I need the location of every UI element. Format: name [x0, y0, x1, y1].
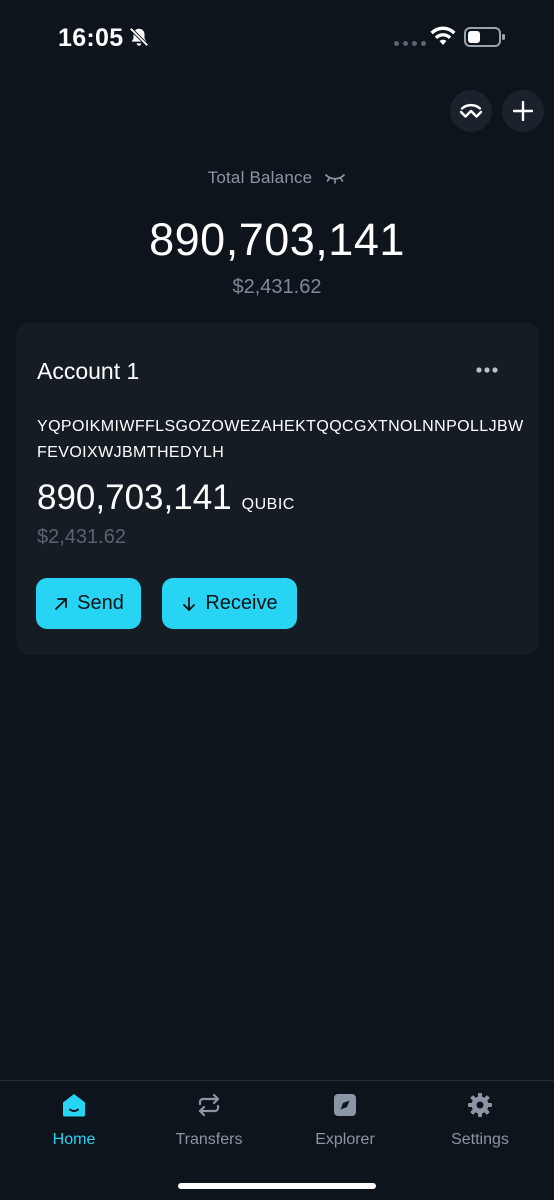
home-icon [63, 1094, 85, 1117]
bottom-navigation: Home Transfers Explorer Settings [0, 1080, 554, 1200]
account-balance: 890,703,141 QUBIC [37, 478, 295, 518]
battery-icon [464, 27, 505, 47]
add-account-button[interactable] [502, 90, 544, 132]
account-balance-fiat: $2,431.62 [37, 526, 126, 548]
send-button[interactable]: Send [36, 578, 141, 629]
account-address[interactable]: YQPOIKMIWFFLSGOZOWEZAHEKTQQCGXTNOLNNPOLL… [37, 414, 527, 466]
nav-label-transfers: Transfers [175, 1131, 243, 1148]
send-button-label: Send [77, 592, 124, 614]
account-card[interactable]: Account 1 YQPOIKMIWFFLSGOZOWEZAHEKTQQCGX… [16, 322, 539, 655]
arrow-down-icon [183, 596, 196, 611]
nav-item-settings[interactable]: Settings [411, 1081, 549, 1171]
total-balance-amount: 890,703,141 [149, 214, 405, 265]
muted-bell-icon [129, 27, 149, 47]
account-name: Account 1 [37, 358, 140, 384]
account-balance-unit: QUBIC [241, 496, 295, 513]
arrow-up-right-icon [55, 597, 68, 610]
transfer-icon [198, 1093, 220, 1117]
total-balance-fiat: $2,431.62 [232, 276, 322, 298]
signal-icon [394, 41, 426, 46]
gear-icon [468, 1093, 492, 1117]
nav-label-home: Home [52, 1131, 96, 1148]
status-bar: 16:05 [0, 0, 554, 76]
receive-button[interactable]: Receive [162, 578, 297, 629]
walletconnect-icon [459, 103, 483, 118]
status-time: 16:05 [58, 24, 124, 52]
nav-item-explorer[interactable]: Explorer [276, 1081, 414, 1171]
home-indicator[interactable] [178, 1183, 376, 1189]
account-balance-amount: 890,703,141 [37, 478, 232, 517]
nav-label-explorer: Explorer [315, 1131, 375, 1148]
nav-item-transfers[interactable]: Transfers [140, 1081, 278, 1171]
wallet-home-screen: 16:05 Total Balance 890,703,141 $2,431.6… [0, 0, 554, 1200]
more-options-icon[interactable] [476, 366, 498, 374]
compass-icon [334, 1094, 356, 1116]
receive-button-label: Receive [205, 592, 278, 614]
wifi-icon [430, 26, 456, 45]
total-balance-header: Total Balance [0, 168, 554, 188]
walletconnect-button[interactable] [450, 90, 492, 132]
total-balance-label: Total Balance [207, 168, 313, 187]
plus-icon [513, 101, 533, 121]
nav-item-home[interactable]: Home [5, 1081, 143, 1171]
nav-label-settings: Settings [451, 1131, 509, 1148]
hide-balance-icon[interactable] [324, 171, 346, 185]
